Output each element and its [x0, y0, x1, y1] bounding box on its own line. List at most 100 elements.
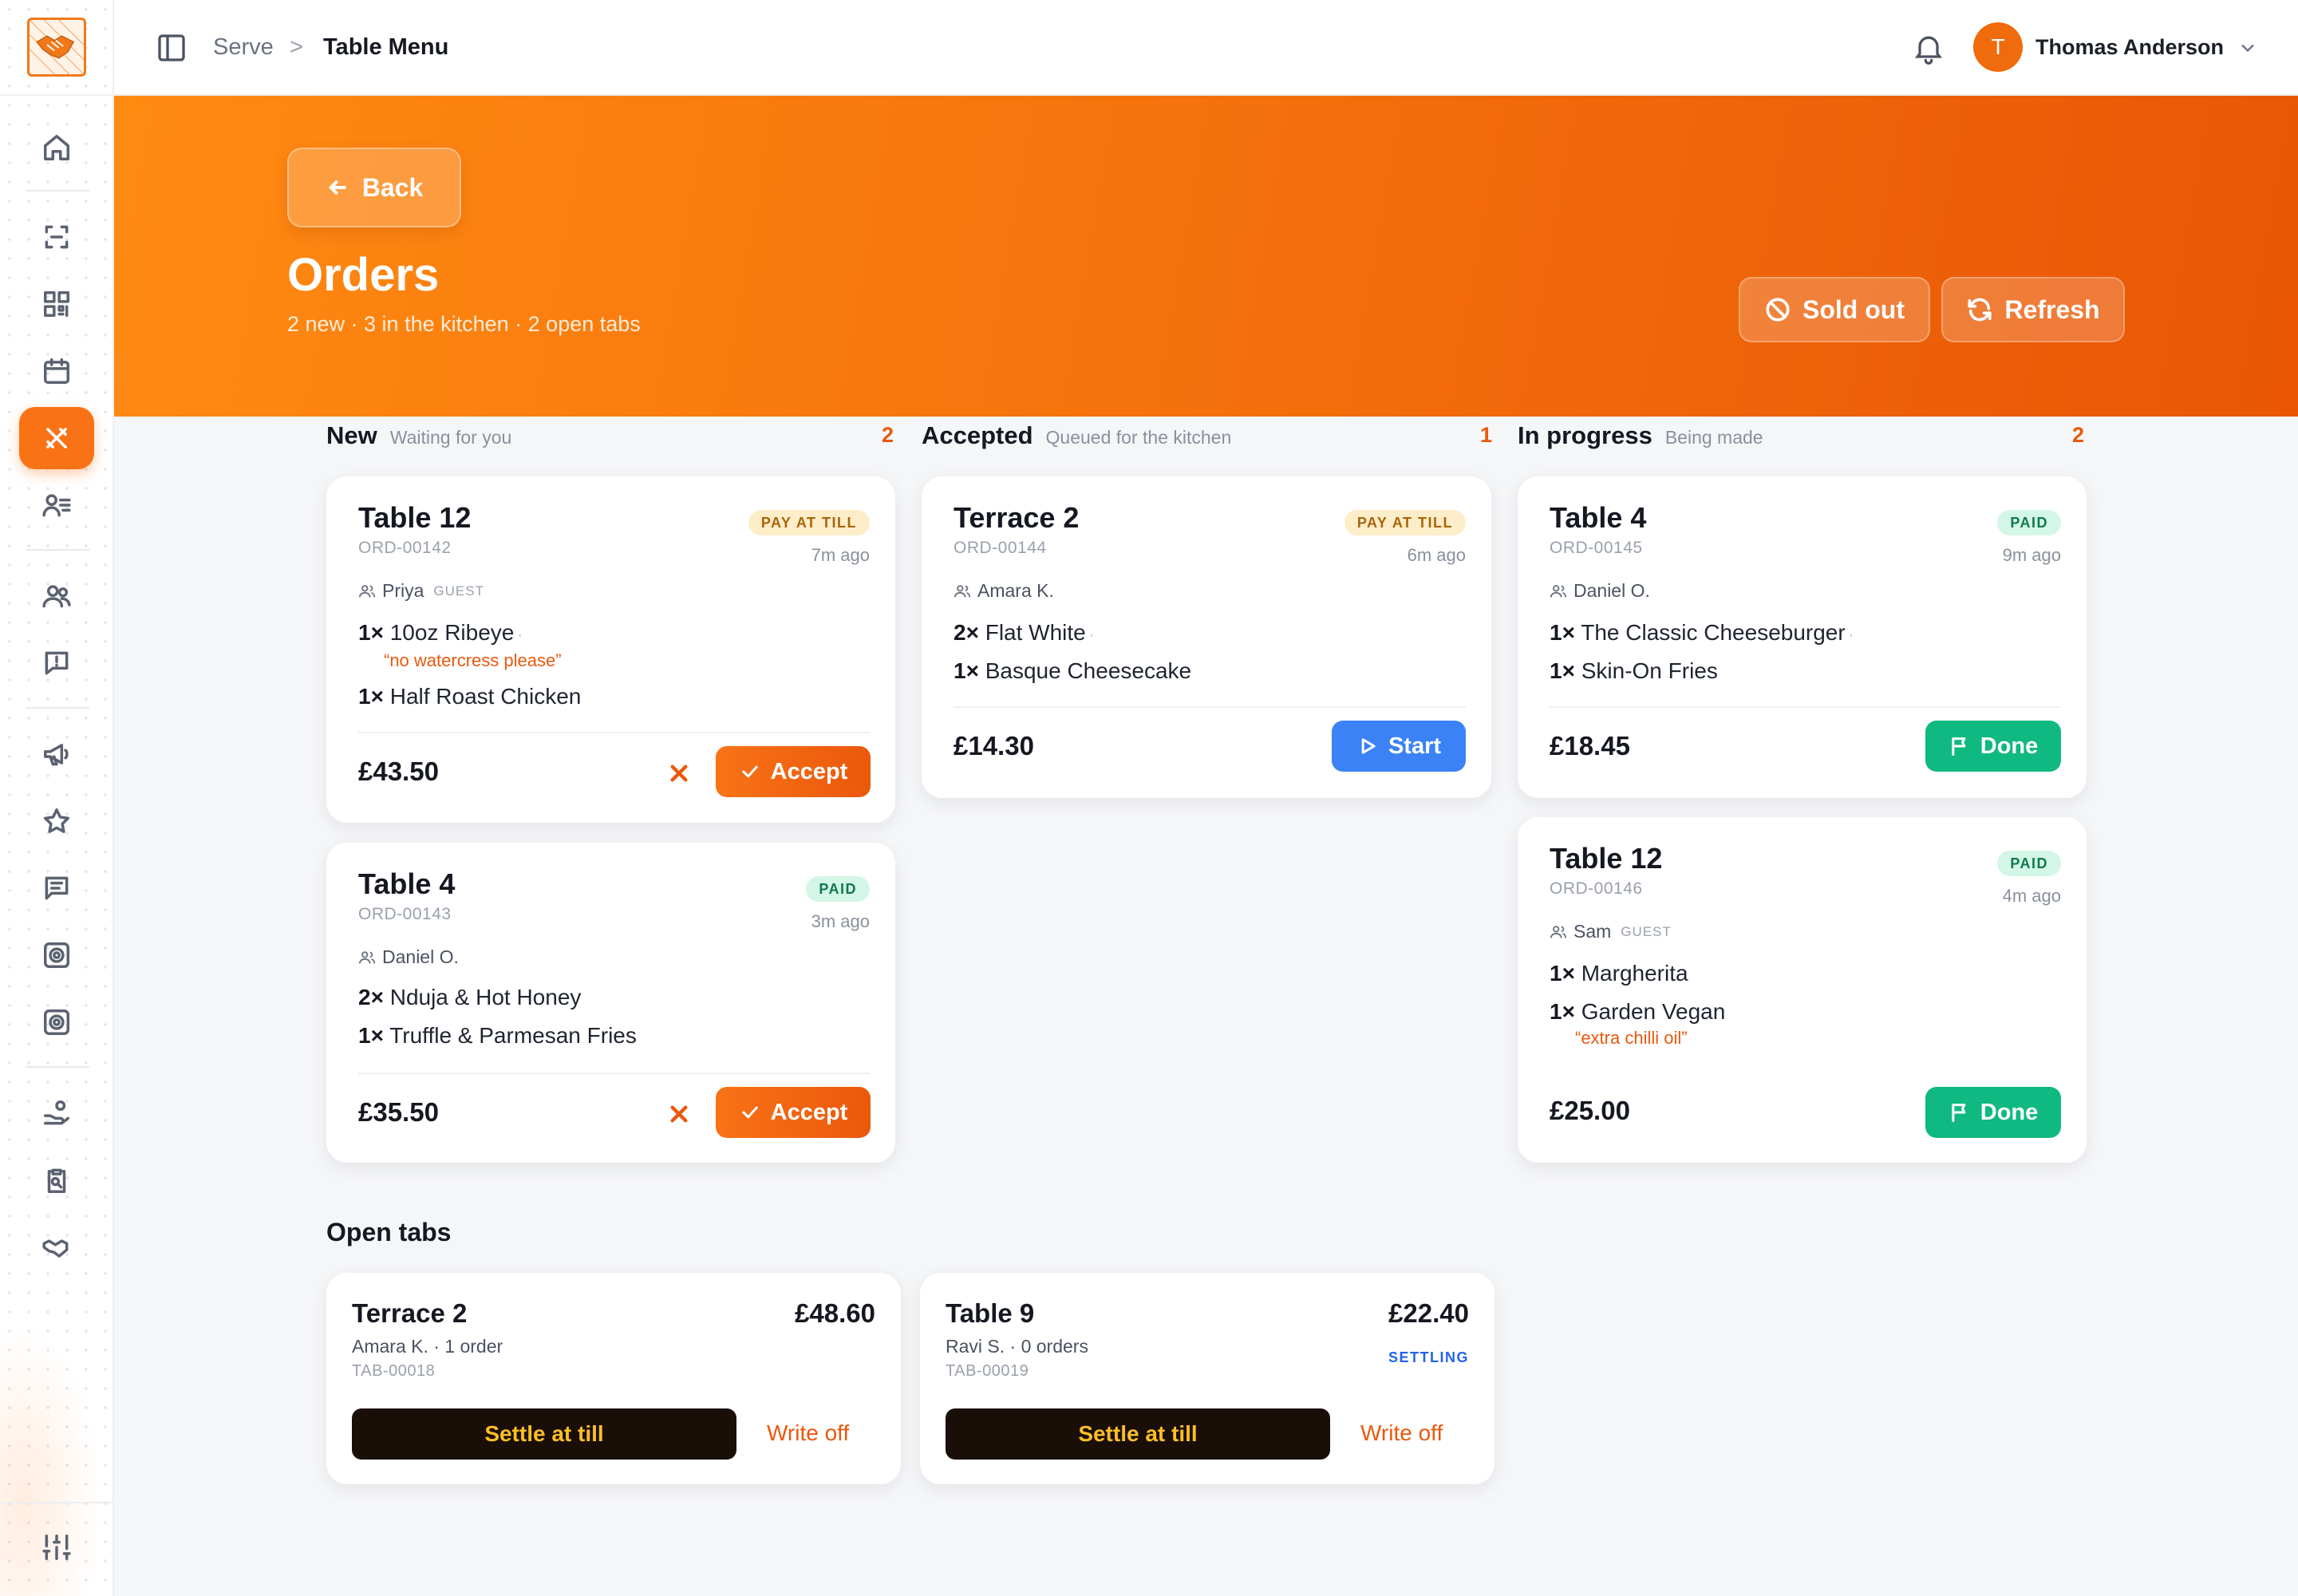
- accept-button[interactable]: Accept: [716, 1087, 871, 1138]
- message-square-icon: [45, 876, 69, 900]
- order-card[interactable]: Terrace 2 ORD-00144 PAY AT TILL 6m ago A…: [922, 476, 1491, 798]
- write-off-button[interactable]: Write off: [1360, 1420, 1443, 1446]
- payment-badge: PAY AT TILL: [1344, 510, 1466, 535]
- order-id: ORD-00143: [358, 905, 452, 923]
- done-button[interactable]: Done: [1925, 721, 2061, 772]
- item-name: Basque Cheesecake: [985, 658, 1192, 683]
- tab-id: TAB-00018: [352, 1362, 436, 1380]
- sold-out-button[interactable]: Sold out: [1739, 277, 1930, 342]
- tab-amount: £48.60: [795, 1298, 875, 1328]
- order-age: 3m ago: [811, 911, 870, 931]
- open-tab-card[interactable]: Table 9 £22.40 Ravi S. · 0 orders TAB-00…: [920, 1273, 1494, 1484]
- sidebar-item-qr[interactable]: [19, 273, 94, 335]
- reject-button[interactable]: [663, 757, 695, 789]
- bell-icon: [1914, 36, 1943, 65]
- order-table: Table 12: [358, 501, 472, 534]
- users-icon: [358, 950, 376, 963]
- column-subtitle: Waiting for you: [389, 427, 512, 448]
- sidebar-item-marketing[interactable]: [19, 723, 94, 785]
- order-card[interactable]: Table 4 ORD-00143 PAID 3m ago Daniel O. …: [326, 843, 895, 1163]
- order-table: Table 12: [1550, 842, 1663, 875]
- accept-button[interactable]: Accept: [716, 746, 871, 797]
- panel-left-icon: [158, 34, 185, 61]
- item-qty: 1×: [358, 684, 384, 709]
- check-icon: [741, 765, 758, 778]
- users-icon: [954, 584, 971, 597]
- sidebar-divider: [26, 707, 89, 709]
- sidebar-item-scan[interactable]: [19, 206, 94, 268]
- sidebar-toggle-button[interactable]: [156, 32, 188, 64]
- item-dot: ·: [517, 626, 523, 644]
- item-qty: 1×: [1550, 620, 1575, 645]
- sidebar-top-divider: [0, 94, 114, 96]
- sidebar-divider: [26, 190, 89, 192]
- sidebar-item-partners[interactable]: [19, 1216, 94, 1278]
- breadcrumb-serve[interactable]: Serve: [213, 30, 274, 64]
- sidebar-item-goals[interactable]: [19, 991, 94, 1053]
- order-age: 4m ago: [2002, 886, 2061, 906]
- arrow-left-icon: [328, 180, 346, 196]
- item-qty: 1×: [358, 620, 384, 645]
- settle-at-till-button[interactable]: Settle at till: [946, 1408, 1330, 1460]
- page-title: Orders: [287, 249, 440, 301]
- sidebar-item-audits[interactable]: [19, 1149, 94, 1211]
- sliders-icon: [42, 1535, 71, 1560]
- open-tabs-title: Open tabs: [326, 1218, 452, 1246]
- column-subtitle: Queued for the kitchen: [1045, 427, 1232, 448]
- order-table: Table 4: [1550, 501, 1647, 534]
- customer: Daniel O.: [358, 946, 459, 968]
- reject-button[interactable]: [663, 1098, 695, 1130]
- customer: Amara K.: [954, 580, 1054, 602]
- order-card[interactable]: Table 12 ORD-00146 PAID 4m ago Sam GUEST…: [1518, 817, 2087, 1163]
- sidebar-item-team[interactable]: [19, 565, 94, 627]
- sidebar-bottom-divider: [0, 1502, 114, 1503]
- sidebar-item-settings[interactable]: [19, 1516, 94, 1578]
- clipboard-search-icon: [47, 1168, 66, 1193]
- handshake-icon: [42, 1239, 69, 1258]
- column-header-accepted: Accepted Queued for the kitchen: [922, 421, 1231, 456]
- sidebar-item-orders[interactable]: [19, 407, 94, 469]
- payment-badge: PAID: [1997, 510, 2061, 535]
- sidebar-item-calendar[interactable]: [19, 340, 94, 402]
- sidebar-item-loyalty[interactable]: [19, 924, 94, 986]
- back-button[interactable]: Back: [287, 148, 461, 227]
- card-divider: [358, 732, 870, 733]
- sidebar-item-reviews[interactable]: [19, 790, 94, 852]
- sidebar-item-messages[interactable]: [19, 857, 94, 919]
- close-icon: [670, 1105, 688, 1123]
- order-table: Terrace 2: [954, 501, 1080, 534]
- customer: Sam GUEST: [1550, 921, 1672, 942]
- sidebar-item-feedback[interactable]: [19, 632, 94, 694]
- user-menu-toggle[interactable]: [2237, 37, 2259, 59]
- item-dot: ·: [1848, 626, 1854, 644]
- order-item: 2× Flat White ·: [954, 618, 1094, 650]
- accept-label: Accept: [770, 758, 848, 784]
- sidebar-item-home[interactable]: [19, 117, 94, 179]
- sidebar-item-contacts[interactable]: [19, 474, 94, 536]
- settle-at-till-button[interactable]: Settle at till: [352, 1408, 736, 1460]
- order-card[interactable]: Table 12 ORD-00142 PAY AT TILL 7m ago Pr…: [326, 476, 895, 823]
- tab-meta: Amara K. · 1 order: [352, 1336, 503, 1357]
- item-qty: 1×: [1550, 658, 1575, 683]
- flag-icon: [1952, 1104, 1966, 1123]
- avatar[interactable]: T: [1973, 22, 2023, 72]
- order-id: ORD-00144: [954, 539, 1047, 557]
- start-button[interactable]: Start: [1332, 721, 1466, 772]
- order-card[interactable]: Table 4 ORD-00145 PAID 9m ago Daniel O. …: [1518, 476, 2087, 798]
- notifications-button[interactable]: [1911, 30, 1946, 65]
- payment-badge: PAID: [1997, 851, 2061, 876]
- refresh-button[interactable]: Refresh: [1941, 277, 2125, 342]
- customer-name: Daniel O.: [382, 946, 459, 967]
- refresh-icon: [1968, 298, 1992, 322]
- user-name[interactable]: Thomas Anderson: [2035, 32, 2224, 62]
- logo[interactable]: [27, 18, 86, 77]
- sidebar-item-tips[interactable]: [19, 1082, 94, 1144]
- order-id: ORD-00145: [1550, 539, 1643, 557]
- tab-meta: Ravi S. · 0 orders: [946, 1336, 1088, 1357]
- order-id: ORD-00146: [1550, 879, 1643, 898]
- order-total: £43.50: [358, 757, 439, 786]
- done-button[interactable]: Done: [1925, 1087, 2061, 1138]
- megaphone-icon: [44, 744, 69, 766]
- open-tab-card[interactable]: Terrace 2 £48.60 Amara K. · 1 order TAB-…: [326, 1273, 901, 1484]
- write-off-button[interactable]: Write off: [767, 1420, 849, 1446]
